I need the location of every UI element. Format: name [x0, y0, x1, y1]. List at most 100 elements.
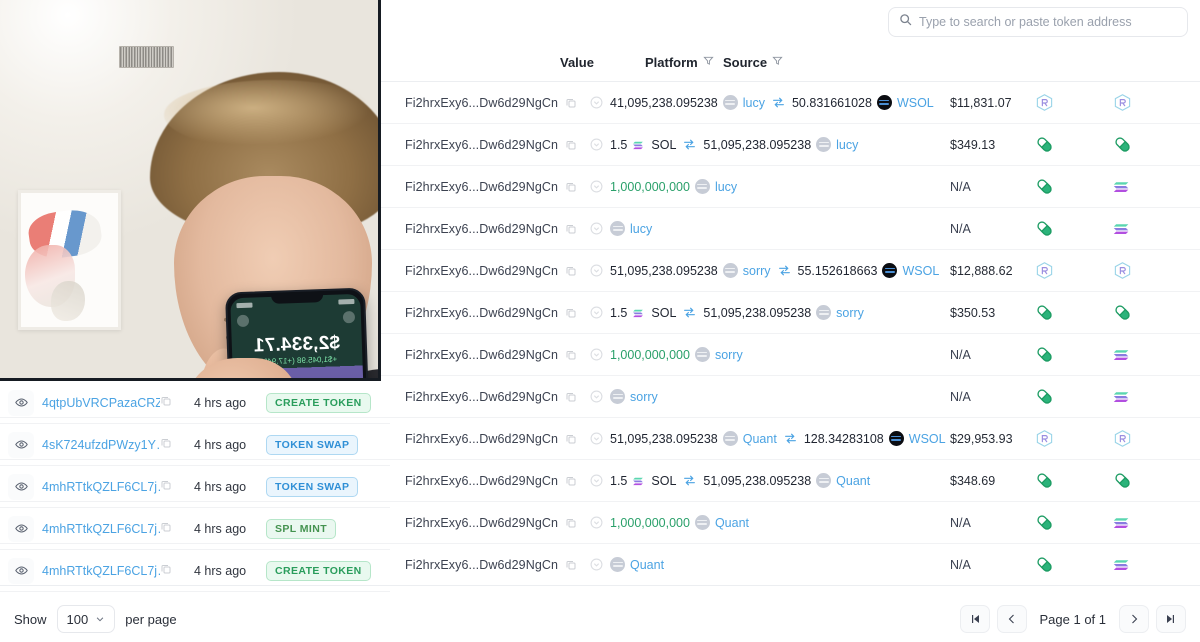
transaction-signature[interactable]: 4mhRTtkQZLF6CL7j…: [42, 564, 160, 578]
column-header-source[interactable]: Source: [719, 55, 799, 70]
filter-icon[interactable]: [772, 55, 783, 70]
list-item[interactable]: 4qtpUbVRCPazaCRZ… 4 hrs ago CREATE TOKEN: [0, 382, 390, 424]
token-in[interactable]: Quant: [836, 474, 870, 488]
eye-icon[interactable]: [8, 515, 34, 542]
expand-row-icon[interactable]: [590, 348, 603, 361]
transaction-signature[interactable]: 4mhRTtkQZLF6CL7j…: [42, 480, 160, 494]
transaction-signature[interactable]: 4sK724ufzdPWzy1Y…: [42, 438, 160, 452]
list-item[interactable]: 4sK724ufzdPWzy1Y… 4 hrs ago TOKEN SWAP: [0, 424, 390, 466]
expand-row-icon[interactable]: [590, 264, 603, 277]
token-avatar: [722, 431, 738, 446]
expand-row-icon[interactable]: [590, 96, 603, 109]
eye-icon[interactable]: [8, 557, 34, 584]
expand-row-icon[interactable]: [590, 474, 603, 487]
copy-icon[interactable]: [160, 395, 172, 407]
token-out[interactable]: Quant: [743, 432, 777, 446]
from-address[interactable]: Fi2hrxExy6...Dw6d29NgCn: [405, 516, 558, 530]
cell-platform: [1032, 219, 1109, 238]
from-address[interactable]: Fi2hrxExy6...Dw6d29NgCn: [405, 390, 558, 404]
copy-icon[interactable]: [565, 559, 577, 571]
copy-icon[interactable]: [160, 479, 172, 491]
token-out[interactable]: Quant: [715, 516, 749, 530]
pumpfun-icon: [1035, 387, 1054, 406]
cell-source: [1109, 219, 1189, 238]
token-out[interactable]: sorry: [630, 390, 658, 404]
expand-row-icon[interactable]: [590, 558, 603, 571]
copy-icon[interactable]: [565, 307, 577, 319]
page-size-select[interactable]: 100: [56, 605, 116, 633]
copy-icon[interactable]: [160, 563, 172, 575]
from-address[interactable]: Fi2hrxExy6...Dw6d29NgCn: [405, 138, 558, 152]
token-in[interactable]: WSOL: [902, 264, 939, 278]
cell-platform: [1032, 261, 1109, 280]
filter-icon[interactable]: [703, 55, 714, 70]
token-out[interactable]: sorry: [715, 348, 743, 362]
list-item[interactable]: 4mhRTtkQZLF6CL7j… 4 hrs ago CREATE TOKEN: [0, 550, 390, 592]
from-address[interactable]: Fi2hrxExy6...Dw6d29NgCn: [405, 264, 558, 278]
expand-row-icon[interactable]: [590, 222, 603, 235]
token-in[interactable]: WSOL: [909, 432, 946, 446]
from-address[interactable]: Fi2hrxExy6...Dw6d29NgCn: [405, 96, 558, 110]
previous-page-button[interactable]: [996, 605, 1027, 633]
expand-row-icon[interactable]: [590, 516, 603, 529]
search-input[interactable]: Type to search or paste token address: [888, 7, 1188, 37]
cell-amount: 51,095,238.095238 Quant 128.34283108 WSOL: [590, 431, 950, 446]
token-in[interactable]: WSOL: [897, 96, 934, 110]
column-header-platform[interactable]: Platform: [642, 55, 719, 70]
transaction-signature[interactable]: 4qtpUbVRCPazaCRZ…: [42, 396, 160, 410]
webcam-overlay: $2,334.71 +$1,045.98 (+17.94%): [0, 0, 381, 381]
cell-amount: lucy: [590, 221, 950, 236]
next-page-button[interactable]: [1119, 605, 1149, 633]
eye-icon[interactable]: [8, 431, 34, 458]
last-page-button[interactable]: [1156, 605, 1186, 633]
transaction-type-badge: CREATE TOKEN: [266, 392, 371, 413]
cell-source: [1109, 303, 1189, 322]
expand-row-icon[interactable]: [590, 138, 603, 151]
copy-icon[interactable]: [565, 181, 577, 193]
copy-icon[interactable]: [565, 265, 577, 277]
copy-icon[interactable]: [565, 349, 577, 361]
raydium-icon: [1035, 261, 1054, 280]
expand-row-icon[interactable]: [590, 306, 603, 319]
cell-amount: 41,095,238.095238 lucy 50.831661028 WSOL: [590, 95, 950, 110]
token-out[interactable]: lucy: [743, 96, 765, 110]
token-out[interactable]: lucy: [715, 180, 737, 194]
swap-arrows-icon: [683, 474, 696, 487]
transaction-signature[interactable]: 4mhRTtkQZLF6CL7j…: [42, 522, 160, 536]
from-address[interactable]: Fi2hrxExy6...Dw6d29NgCn: [405, 348, 558, 362]
expand-row-icon[interactable]: [590, 180, 603, 193]
copy-icon[interactable]: [565, 139, 577, 151]
copy-icon[interactable]: [565, 391, 577, 403]
expand-row-icon[interactable]: [590, 432, 603, 445]
token-in[interactable]: sorry: [836, 306, 864, 320]
copy-icon[interactable]: [160, 437, 172, 449]
from-address[interactable]: Fi2hrxExy6...Dw6d29NgCn: [405, 432, 558, 446]
token-out[interactable]: sorry: [743, 264, 771, 278]
token-out[interactable]: lucy: [630, 222, 652, 236]
list-item[interactable]: 4mhRTtkQZLF6CL7j… 4 hrs ago TOKEN SWAP: [0, 466, 390, 508]
expand-row-icon[interactable]: [590, 390, 603, 403]
eye-icon[interactable]: [8, 473, 34, 500]
from-address[interactable]: Fi2hrxExy6...Dw6d29NgCn: [405, 474, 558, 488]
cell-platform: [1032, 345, 1109, 364]
copy-icon[interactable]: [565, 475, 577, 487]
copy-icon[interactable]: [565, 433, 577, 445]
cell-source: [1109, 345, 1189, 364]
token-out: SOL: [651, 473, 677, 488]
copy-icon[interactable]: [565, 517, 577, 529]
raydium-icon: [1035, 429, 1054, 448]
eye-icon[interactable]: [8, 389, 34, 416]
from-address[interactable]: Fi2hrxExy6...Dw6d29NgCn: [405, 222, 558, 236]
copy-icon[interactable]: [160, 521, 172, 533]
first-page-button[interactable]: [959, 605, 990, 633]
copy-icon[interactable]: [565, 97, 577, 109]
token-in[interactable]: lucy: [836, 138, 858, 152]
copy-icon[interactable]: [565, 223, 577, 235]
from-address[interactable]: Fi2hrxExy6...Dw6d29NgCn: [405, 558, 558, 572]
cell-from: Fi2hrxExy6...Dw6d29NgCn: [390, 390, 590, 404]
pumpfun-icon: [1113, 471, 1132, 490]
list-item[interactable]: 4mhRTtkQZLF6CL7j… 4 hrs ago SPL MINT: [0, 508, 390, 550]
token-out[interactable]: Quant: [630, 558, 664, 572]
from-address[interactable]: Fi2hrxExy6...Dw6d29NgCn: [405, 306, 558, 320]
from-address[interactable]: Fi2hrxExy6...Dw6d29NgCn: [405, 180, 558, 194]
